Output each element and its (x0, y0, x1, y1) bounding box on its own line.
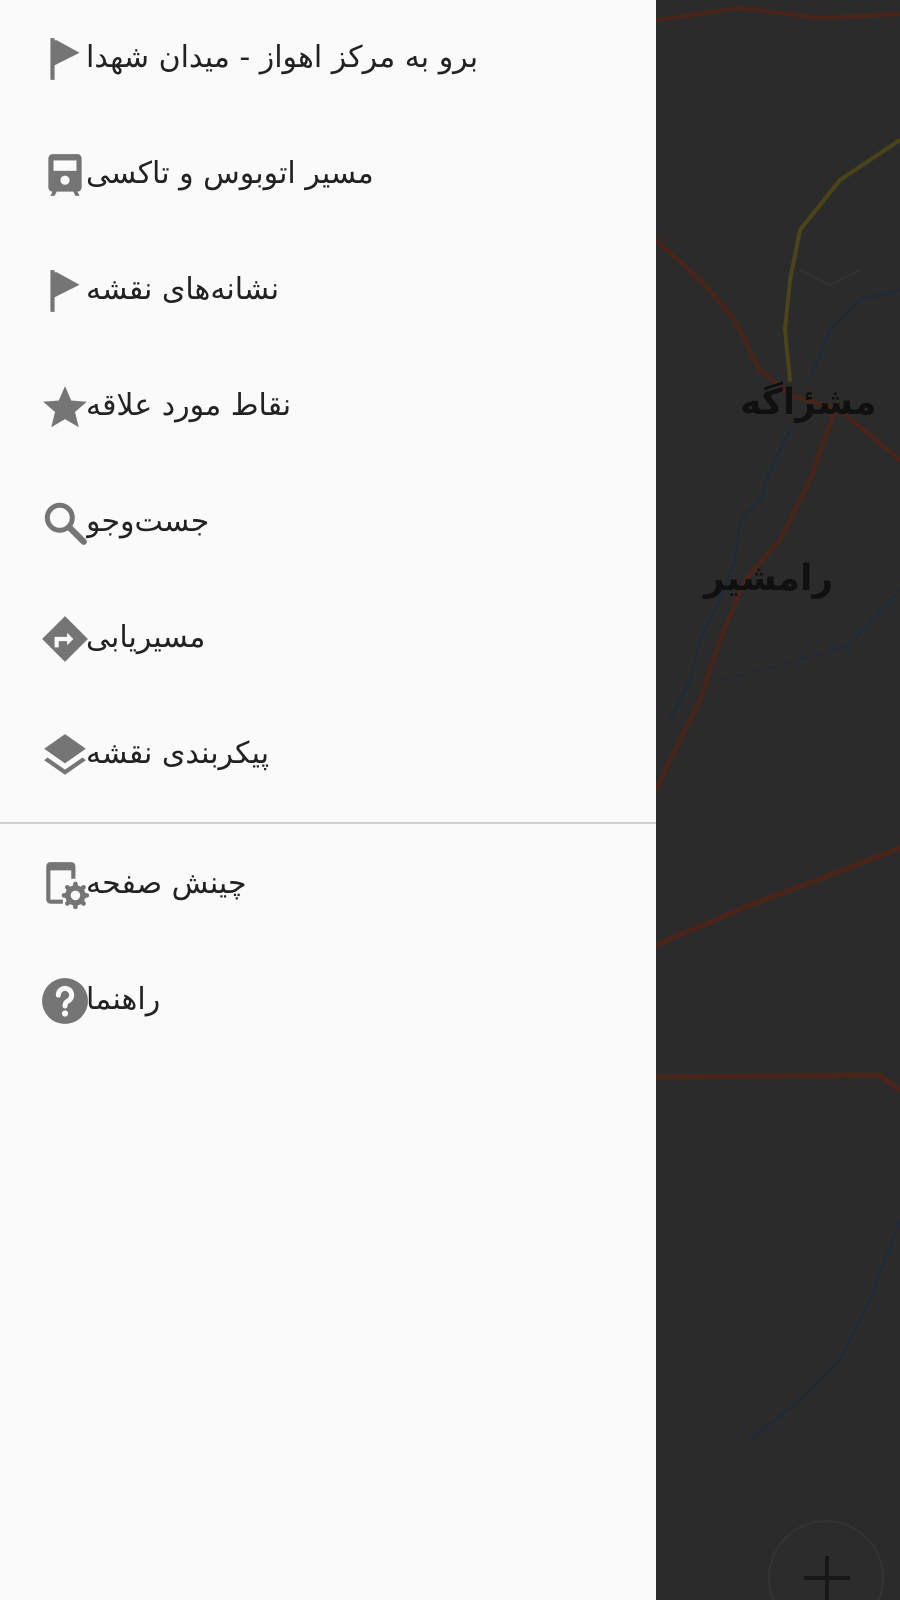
flag-icon (40, 266, 90, 316)
menu-item-label: جست‌وجو (86, 504, 210, 539)
menu-item-screen-layout[interactable]: چینش صفحه (0, 826, 656, 942)
menu-item-label: پیکربندی نقشه (86, 736, 270, 771)
screen-settings-icon (40, 860, 90, 910)
help-icon (40, 976, 90, 1026)
menu-item-search[interactable]: جست‌وجو (0, 464, 656, 580)
menu-item-map-landmarks[interactable]: نشانه‌های نقشه (0, 232, 656, 348)
menu-item-bus-taxi-routes[interactable]: مسیر اتوبوس و تاکسی (0, 116, 656, 232)
menu-item-label: نشانه‌های نقشه (86, 272, 280, 307)
layers-icon (40, 730, 90, 780)
menu-item-label: راهنما (86, 982, 161, 1017)
star-icon (40, 382, 90, 432)
bus-icon (40, 150, 90, 200)
menu-item-help[interactable]: راهنما (0, 942, 656, 1058)
menu-item-routing[interactable]: مسیریابی (0, 580, 656, 696)
menu-item-label: نقاط مورد علاقه (86, 388, 292, 423)
search-icon (40, 498, 90, 548)
menu-item-label: مسیر اتوبوس و تاکسی (86, 156, 374, 191)
menu-divider (0, 822, 656, 824)
menu-item-go-to-ahvaz-center[interactable]: برو به مرکز اهواز - میدان شهدا (0, 0, 656, 116)
flag-icon (40, 34, 90, 84)
menu-item-map-configuration[interactable]: پیکربندی نقشه (0, 696, 656, 812)
menu-item-label: برو به مرکز اهواز - میدان شهدا (86, 40, 479, 75)
navigation-drawer: برو به مرکز اهواز - میدان شهدا مسیر اتوب… (0, 0, 656, 1600)
map-label-mashragheh: مشرٔاگه (740, 382, 877, 423)
menu-item-favorite-places[interactable]: نقاط مورد علاقه (0, 348, 656, 464)
map-label-ramshir: رامشیر (704, 558, 834, 599)
directions-icon (40, 614, 90, 664)
menu-item-label: چینش صفحه (86, 866, 247, 901)
menu-item-label: مسیریابی (86, 620, 206, 655)
